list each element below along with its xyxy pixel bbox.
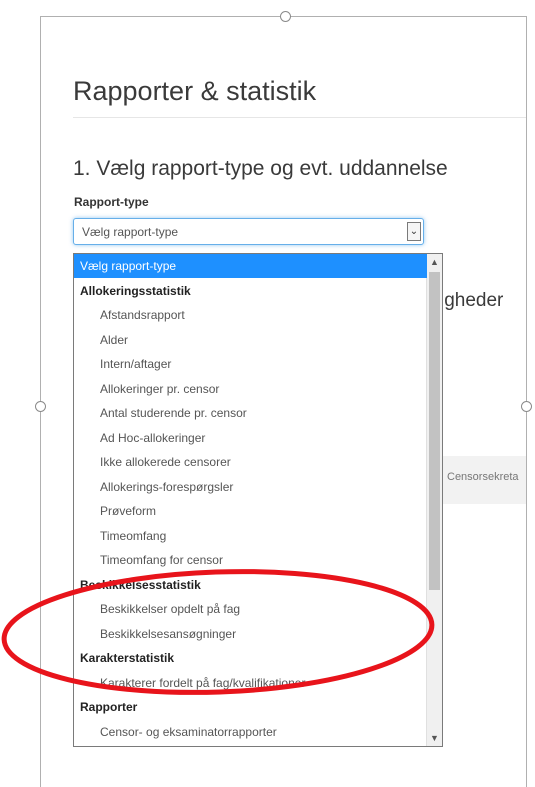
dropdown-option[interactable]: Vælg rapport-type — [74, 254, 427, 278]
dropdown-option[interactable]: Censor- og eksaminatorrapporter — [74, 720, 427, 744]
option-group-header: Karakterstatistik — [80, 651, 175, 665]
dropdown-scrollbar[interactable]: ▲ ▼ — [426, 254, 442, 746]
canvas-frame-top — [290, 16, 526, 17]
dropdown-option[interactable]: Allokeringer pr. censor — [74, 377, 427, 401]
report-type-label: Rapport-type — [74, 195, 149, 209]
dropdown-option[interactable]: Allokerings-forespørgsler — [74, 475, 427, 499]
resize-handle-top[interactable] — [280, 11, 291, 22]
option-group-header: Beskikkelsesstatistik — [80, 577, 201, 592]
resize-handle-right[interactable] — [521, 401, 532, 412]
dropdown-option[interactable]: Intern/aftager — [74, 352, 427, 376]
dropdown-option[interactable]: Beskikkelsesansøgninger — [74, 622, 427, 646]
background-tab-label[interactable]: Censorsekreta — [447, 471, 519, 483]
dropdown-option[interactable]: Ikke allokerede censorer — [74, 450, 427, 474]
dropdown-option[interactable]: Antal studerende pr. censor — [74, 401, 427, 425]
scroll-down-icon[interactable]: ▼ — [427, 730, 442, 746]
option-group-header: Allokeringsstatistik — [80, 283, 191, 298]
resize-handle-left[interactable] — [35, 401, 46, 412]
divider — [73, 117, 526, 118]
dropdown-option[interactable]: Afstandsrapport — [74, 303, 427, 327]
dropdown-option[interactable]: Ad Hoc-allokeringer — [74, 426, 427, 450]
chevron-down-icon[interactable]: ⌄ — [407, 222, 421, 241]
page-title: Rapporter & statistik — [73, 76, 317, 106]
section-title: 1. Vælg rapport-type og evt. uddannelse — [73, 157, 448, 180]
dropdown-option[interactable]: Alder — [74, 328, 427, 352]
option-group-header: Rapporter — [80, 700, 138, 714]
scroll-up-icon[interactable]: ▲ — [427, 254, 442, 270]
dropdown-option[interactable]: Timeomfang — [74, 524, 427, 548]
dropdown-option[interactable]: Karakterer fordelt på fag/kvalifikatione… — [74, 671, 427, 695]
background-heading-partial: igheder — [440, 290, 504, 311]
report-type-select[interactable]: Vælg rapport-type ⌄ — [73, 218, 424, 245]
canvas-frame-top — [40, 16, 280, 17]
dropdown-option[interactable]: Prøveform — [74, 499, 427, 523]
scrollbar-thumb[interactable] — [429, 272, 440, 590]
report-type-dropdown-list[interactable]: ▲ ▼ Vælg rapport-type Allokeringsstatisti… — [73, 253, 443, 747]
dropdown-option[interactable]: Beskikkelser opdelt på fag — [74, 597, 427, 621]
report-type-select-value: Vælg rapport-type — [82, 225, 179, 239]
dropdown-option[interactable]: Timeomfang for censor — [74, 548, 427, 572]
